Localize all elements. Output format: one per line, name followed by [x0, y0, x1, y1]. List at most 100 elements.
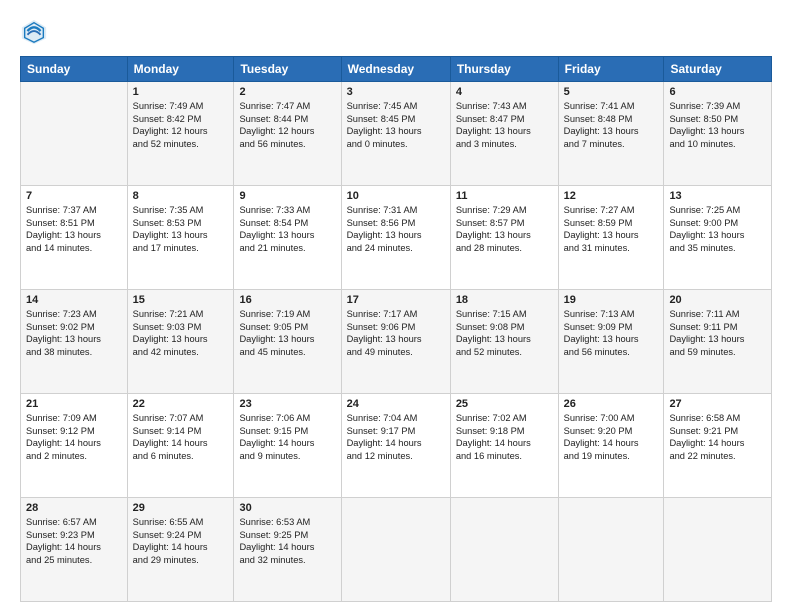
day-number: 4: [456, 86, 553, 98]
calendar-cell: 25 Sunrise: 7:02 AM Sunset: 9:18 PM Dayli…: [450, 394, 558, 498]
day-number: 13: [669, 190, 766, 202]
cell-text: Sunrise: 6:55 AM Sunset: 9:24 PM Dayligh…: [133, 516, 229, 566]
cell-text: Sunrise: 7:39 AM Sunset: 8:50 PM Dayligh…: [669, 100, 766, 150]
day-number: 15: [133, 294, 229, 306]
calendar-cell: 3 Sunrise: 7:45 AM Sunset: 8:45 PM Daylig…: [341, 82, 450, 186]
weekday-header: Monday: [127, 57, 234, 82]
cell-text: Sunrise: 7:49 AM Sunset: 8:42 PM Dayligh…: [133, 100, 229, 150]
calendar-cell: 8 Sunrise: 7:35 AM Sunset: 8:53 PM Daylig…: [127, 186, 234, 290]
cell-text: Sunrise: 7:31 AM Sunset: 8:56 PM Dayligh…: [347, 204, 445, 254]
cell-text: Sunrise: 7:45 AM Sunset: 8:45 PM Dayligh…: [347, 100, 445, 150]
cell-text: Sunrise: 7:13 AM Sunset: 9:09 PM Dayligh…: [564, 308, 659, 358]
calendar-week-row: 14 Sunrise: 7:23 AM Sunset: 9:02 PM Dayli…: [21, 290, 772, 394]
cell-text: Sunrise: 7:29 AM Sunset: 8:57 PM Dayligh…: [456, 204, 553, 254]
day-number: 24: [347, 398, 445, 410]
day-number: 17: [347, 294, 445, 306]
day-number: 5: [564, 86, 659, 98]
weekday-header: Tuesday: [234, 57, 341, 82]
cell-text: Sunrise: 7:25 AM Sunset: 9:00 PM Dayligh…: [669, 204, 766, 254]
calendar-cell: 6 Sunrise: 7:39 AM Sunset: 8:50 PM Daylig…: [664, 82, 772, 186]
cell-text: Sunrise: 7:07 AM Sunset: 9:14 PM Dayligh…: [133, 412, 229, 462]
calendar-cell: 12 Sunrise: 7:27 AM Sunset: 8:59 PM Dayli…: [558, 186, 664, 290]
calendar-cell: 30 Sunrise: 6:53 AM Sunset: 9:25 PM Dayli…: [234, 498, 341, 602]
cell-text: Sunrise: 7:11 AM Sunset: 9:11 PM Dayligh…: [669, 308, 766, 358]
calendar-cell: 1 Sunrise: 7:49 AM Sunset: 8:42 PM Daylig…: [127, 82, 234, 186]
day-number: 30: [239, 502, 335, 514]
calendar-cell: 28Sunrise: 6:57 AM Sunset: 9:23 PM Dayli…: [21, 498, 128, 602]
calendar-cell: 18Sunrise: 7:15 AM Sunset: 9:08 PM Dayli…: [450, 290, 558, 394]
day-number: 14: [26, 294, 122, 306]
day-number: 9: [239, 190, 335, 202]
calendar-cell: 24 Sunrise: 7:04 AM Sunset: 9:17 PM Dayli…: [341, 394, 450, 498]
calendar-cell: 26Sunrise: 7:00 AM Sunset: 9:20 PM Dayli…: [558, 394, 664, 498]
calendar-cell: 10 Sunrise: 7:31 AM Sunset: 8:56 PM Dayli…: [341, 186, 450, 290]
weekday-header: Friday: [558, 57, 664, 82]
day-number: 16: [239, 294, 335, 306]
weekday-header: Saturday: [664, 57, 772, 82]
day-number: 12: [564, 190, 659, 202]
day-number: 3: [347, 86, 445, 98]
header: [20, 18, 772, 46]
day-number: 2: [239, 86, 335, 98]
day-number: 7: [26, 190, 122, 202]
weekday-header-row: SundayMondayTuesdayWednesdayThursdayFrid…: [21, 57, 772, 82]
calendar-cell: 16 Sunrise: 7:19 AM Sunset: 9:05 PM Dayli…: [234, 290, 341, 394]
cell-text: Sunrise: 7:21 AM Sunset: 9:03 PM Dayligh…: [133, 308, 229, 358]
cell-text: Sunrise: 7:00 AM Sunset: 9:20 PM Dayligh…: [564, 412, 659, 462]
cell-text: Sunrise: 7:33 AM Sunset: 8:54 PM Dayligh…: [239, 204, 335, 254]
cell-text: Sunrise: 7:02 AM Sunset: 9:18 PM Dayligh…: [456, 412, 553, 462]
day-number: 29: [133, 502, 229, 514]
calendar-week-row: 28Sunrise: 6:57 AM Sunset: 9:23 PM Dayli…: [21, 498, 772, 602]
calendar-week-row: 21Sunrise: 7:09 AM Sunset: 9:12 PM Dayli…: [21, 394, 772, 498]
cell-text: Sunrise: 6:53 AM Sunset: 9:25 PM Dayligh…: [239, 516, 335, 566]
day-number: 10: [347, 190, 445, 202]
day-number: 6: [669, 86, 766, 98]
cell-text: Sunrise: 7:04 AM Sunset: 9:17 PM Dayligh…: [347, 412, 445, 462]
day-number: 27: [669, 398, 766, 410]
cell-text: Sunrise: 7:19 AM Sunset: 9:05 PM Dayligh…: [239, 308, 335, 358]
calendar-cell: 29 Sunrise: 6:55 AM Sunset: 9:24 PM Dayli…: [127, 498, 234, 602]
calendar-cell: 5 Sunrise: 7:41 AM Sunset: 8:48 PM Daylig…: [558, 82, 664, 186]
calendar-cell: 9 Sunrise: 7:33 AM Sunset: 8:54 PM Daylig…: [234, 186, 341, 290]
weekday-header: Sunday: [21, 57, 128, 82]
cell-text: Sunrise: 7:17 AM Sunset: 9:06 PM Dayligh…: [347, 308, 445, 358]
weekday-header: Wednesday: [341, 57, 450, 82]
calendar-cell: 17 Sunrise: 7:17 AM Sunset: 9:06 PM Dayli…: [341, 290, 450, 394]
day-number: 23: [239, 398, 335, 410]
day-number: 18: [456, 294, 553, 306]
calendar-week-row: 7Sunrise: 7:37 AM Sunset: 8:51 PM Daylig…: [21, 186, 772, 290]
calendar-week-row: 1 Sunrise: 7:49 AM Sunset: 8:42 PM Daylig…: [21, 82, 772, 186]
calendar-cell: 21Sunrise: 7:09 AM Sunset: 9:12 PM Dayli…: [21, 394, 128, 498]
cell-text: Sunrise: 6:58 AM Sunset: 9:21 PM Dayligh…: [669, 412, 766, 462]
day-number: 22: [133, 398, 229, 410]
cell-text: Sunrise: 7:27 AM Sunset: 8:59 PM Dayligh…: [564, 204, 659, 254]
day-number: 25: [456, 398, 553, 410]
calendar-table: SundayMondayTuesdayWednesdayThursdayFrid…: [20, 56, 772, 602]
calendar-cell: [21, 82, 128, 186]
day-number: 11: [456, 190, 553, 202]
calendar-cell: 7Sunrise: 7:37 AM Sunset: 8:51 PM Daylig…: [21, 186, 128, 290]
cell-text: Sunrise: 7:06 AM Sunset: 9:15 PM Dayligh…: [239, 412, 335, 462]
logo-icon: [20, 18, 48, 46]
logo: [20, 18, 52, 46]
day-number: 19: [564, 294, 659, 306]
cell-text: Sunrise: 7:23 AM Sunset: 9:02 PM Dayligh…: [26, 308, 122, 358]
calendar-cell: 14 Sunrise: 7:23 AM Sunset: 9:02 PM Dayli…: [21, 290, 128, 394]
day-number: 8: [133, 190, 229, 202]
calendar-cell: [664, 498, 772, 602]
weekday-header: Thursday: [450, 57, 558, 82]
calendar-cell: 2Sunrise: 7:47 AM Sunset: 8:44 PM Daylig…: [234, 82, 341, 186]
calendar-cell: 15 Sunrise: 7:21 AM Sunset: 9:03 PM Dayli…: [127, 290, 234, 394]
calendar-cell: 27 Sunrise: 6:58 AM Sunset: 9:21 PM Dayli…: [664, 394, 772, 498]
calendar-cell: 19 Sunrise: 7:13 AM Sunset: 9:09 PM Dayli…: [558, 290, 664, 394]
calendar-cell: 23 Sunrise: 7:06 AM Sunset: 9:15 PM Dayli…: [234, 394, 341, 498]
calendar-cell: [558, 498, 664, 602]
day-number: 1: [133, 86, 229, 98]
day-number: 21: [26, 398, 122, 410]
calendar-cell: 11 Sunrise: 7:29 AM Sunset: 8:57 PM Dayli…: [450, 186, 558, 290]
cell-text: Sunrise: 7:35 AM Sunset: 8:53 PM Dayligh…: [133, 204, 229, 254]
calendar-cell: 22 Sunrise: 7:07 AM Sunset: 9:14 PM Dayli…: [127, 394, 234, 498]
calendar-cell: [341, 498, 450, 602]
calendar-cell: [450, 498, 558, 602]
cell-text: Sunrise: 7:41 AM Sunset: 8:48 PM Dayligh…: [564, 100, 659, 150]
